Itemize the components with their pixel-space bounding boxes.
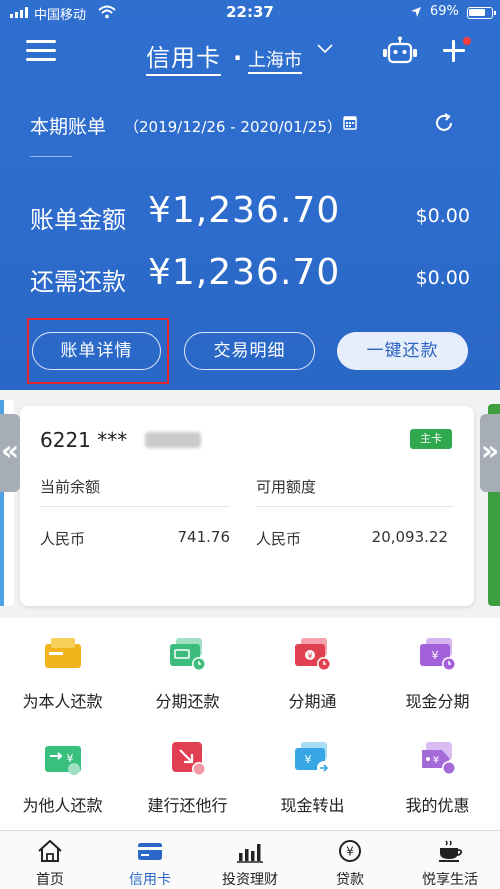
- period-range: （2019/12/26 - 2020/01/25）: [124, 118, 342, 136]
- credit-currency: 人民币: [256, 530, 302, 548]
- masked-card-digits: [145, 432, 201, 448]
- one-click-repay-button[interactable]: 一键还款: [337, 332, 468, 370]
- svg-text:¥: ¥: [346, 845, 354, 859]
- svg-text:¥: ¥: [305, 753, 312, 766]
- tab-home[interactable]: 首页: [0, 831, 100, 889]
- function-item-installment-repay[interactable]: 分期还款: [125, 618, 250, 718]
- available-credit-label: 可用额度: [256, 478, 317, 496]
- credit-card-summary[interactable]: 6221 *** 主卡 当前余额 可用额度 人民币 741.76 人民币 20,…: [20, 406, 474, 606]
- tab-label: 悦享生活: [422, 872, 478, 888]
- function-item-my-offers[interactable]: ¥ 我的优惠: [375, 722, 500, 822]
- installment-repay-icon: [170, 638, 206, 671]
- bill-amount-label: 账单金额: [30, 206, 126, 234]
- tab-investment[interactable]: 投资理财: [200, 831, 300, 889]
- status-bar: 中国移动 22:37 69%: [0, 0, 500, 26]
- function-label: 分期通: [288, 692, 337, 711]
- function-label: 我的优惠: [405, 796, 470, 815]
- function-label: 建行还他行: [147, 796, 228, 815]
- bill-header: 中国移动 22:37 69% 信用卡 · 上海市 本期账单 （2019/12/2…: [0, 0, 500, 390]
- carousel-next-arrow[interactable]: »: [480, 414, 500, 492]
- function-item-others-repay[interactable]: ¥ 为他人还款: [0, 722, 125, 822]
- credit-value: 20,093.22: [371, 528, 448, 546]
- title-separator-dot: ·: [233, 44, 243, 72]
- divider: [30, 156, 72, 157]
- bill-amount-usd: $0.00: [415, 205, 470, 227]
- installment-pass-icon: ¥: [295, 638, 331, 671]
- menu-icon[interactable]: [26, 40, 56, 62]
- balance-value: 741.76: [177, 528, 231, 546]
- bottom-tab-bar: 首页 信用卡 投资理财 ¥ 贷款 悦享生活: [0, 830, 500, 889]
- robot-assistant-icon[interactable]: [382, 36, 418, 66]
- svg-text:¥: ¥: [433, 755, 439, 766]
- function-item-ccb-repay-other-bank[interactable]: 建行还他行: [125, 722, 250, 822]
- chevron-left-icon: «: [0, 434, 20, 467]
- tab-credit-card[interactable]: 信用卡: [100, 831, 200, 889]
- top-nav: 信用卡 · 上海市: [0, 30, 500, 76]
- due-amount-usd: $0.00: [415, 267, 470, 289]
- function-label: 分期还款: [155, 692, 220, 711]
- cash-installment-icon: ¥: [420, 638, 456, 671]
- period-label: 本期账单: [30, 116, 107, 138]
- function-label: 为他人还款: [22, 796, 103, 815]
- investment-chart-icon: [237, 844, 263, 863]
- tab-label: 贷款: [336, 872, 364, 888]
- function-label: 现金分期: [405, 692, 470, 711]
- others-repay-icon: ¥: [45, 746, 81, 775]
- svg-text:¥: ¥: [432, 649, 439, 662]
- battery-percent: 69%: [430, 4, 459, 19]
- divider: [256, 506, 454, 507]
- notification-dot: [463, 37, 471, 45]
- transaction-detail-button[interactable]: 交易明细: [184, 332, 315, 370]
- home-icon: [38, 839, 62, 862]
- function-item-cash-installment[interactable]: ¥ 现金分期: [375, 618, 500, 718]
- location-arrow-icon: [411, 7, 421, 17]
- function-label: 现金转出: [280, 796, 345, 815]
- function-item-installment-pass[interactable]: ¥ 分期通: [250, 618, 375, 718]
- my-offers-icon: ¥: [422, 742, 456, 775]
- page-title: 信用卡: [146, 38, 221, 76]
- tab-label: 首页: [36, 872, 64, 888]
- divider: [40, 506, 230, 507]
- due-amount-row: 还需还款 ¥1,236.70 $0.00: [30, 252, 470, 302]
- function-item-cash-transfer-out[interactable]: ¥ 现金转出: [250, 722, 375, 822]
- bill-detail-button[interactable]: 账单详情: [32, 332, 161, 370]
- refresh-icon[interactable]: [433, 112, 455, 134]
- tab-label: 投资理财: [222, 872, 278, 888]
- chevron-right-icon: »: [480, 434, 500, 467]
- chevron-down-icon[interactable]: [317, 44, 333, 54]
- tab-lifestyle[interactable]: 悦享生活: [400, 831, 500, 889]
- svg-text:¥: ¥: [307, 652, 312, 661]
- bill-amount-value: ¥1,236.70: [148, 190, 341, 231]
- credit-card-icon: [138, 843, 162, 860]
- ccb-repay-other-bank-icon: [172, 742, 206, 776]
- cash-transfer-out-icon: ¥: [295, 742, 331, 775]
- coffee-cup-icon: [439, 840, 463, 862]
- svg-text:¥: ¥: [67, 752, 74, 765]
- function-label: 为本人还款: [22, 692, 103, 711]
- self-repay-icon: [45, 638, 81, 668]
- tab-loan[interactable]: ¥ 贷款: [300, 831, 400, 889]
- city-selector[interactable]: 上海市: [248, 46, 302, 74]
- primary-card-badge: 主卡: [410, 429, 452, 449]
- current-balance-label: 当前余额: [40, 478, 101, 496]
- bill-amount-row: 账单金额 ¥1,236.70 $0.00: [30, 190, 470, 240]
- loan-yen-icon: ¥: [339, 840, 361, 862]
- due-amount-value: ¥1,236.70: [148, 252, 341, 293]
- card-number: 6221 ***: [40, 428, 128, 452]
- battery-icon: [467, 7, 496, 19]
- tab-label: 信用卡: [129, 872, 171, 888]
- carousel-prev-arrow[interactable]: «: [0, 414, 20, 492]
- clock: 22:37: [226, 3, 274, 21]
- balance-currency: 人民币: [40, 530, 86, 548]
- function-grid: 为本人还款 分期还款 ¥ 分期通 ¥ 现金分期 ¥ 为他人还款 建行还他行 ¥ …: [0, 618, 500, 830]
- due-amount-label: 还需还款: [30, 268, 126, 296]
- add-plus-icon[interactable]: [441, 37, 471, 64]
- calendar-icon[interactable]: [343, 115, 357, 130]
- function-item-self-repay[interactable]: 为本人还款: [0, 618, 125, 718]
